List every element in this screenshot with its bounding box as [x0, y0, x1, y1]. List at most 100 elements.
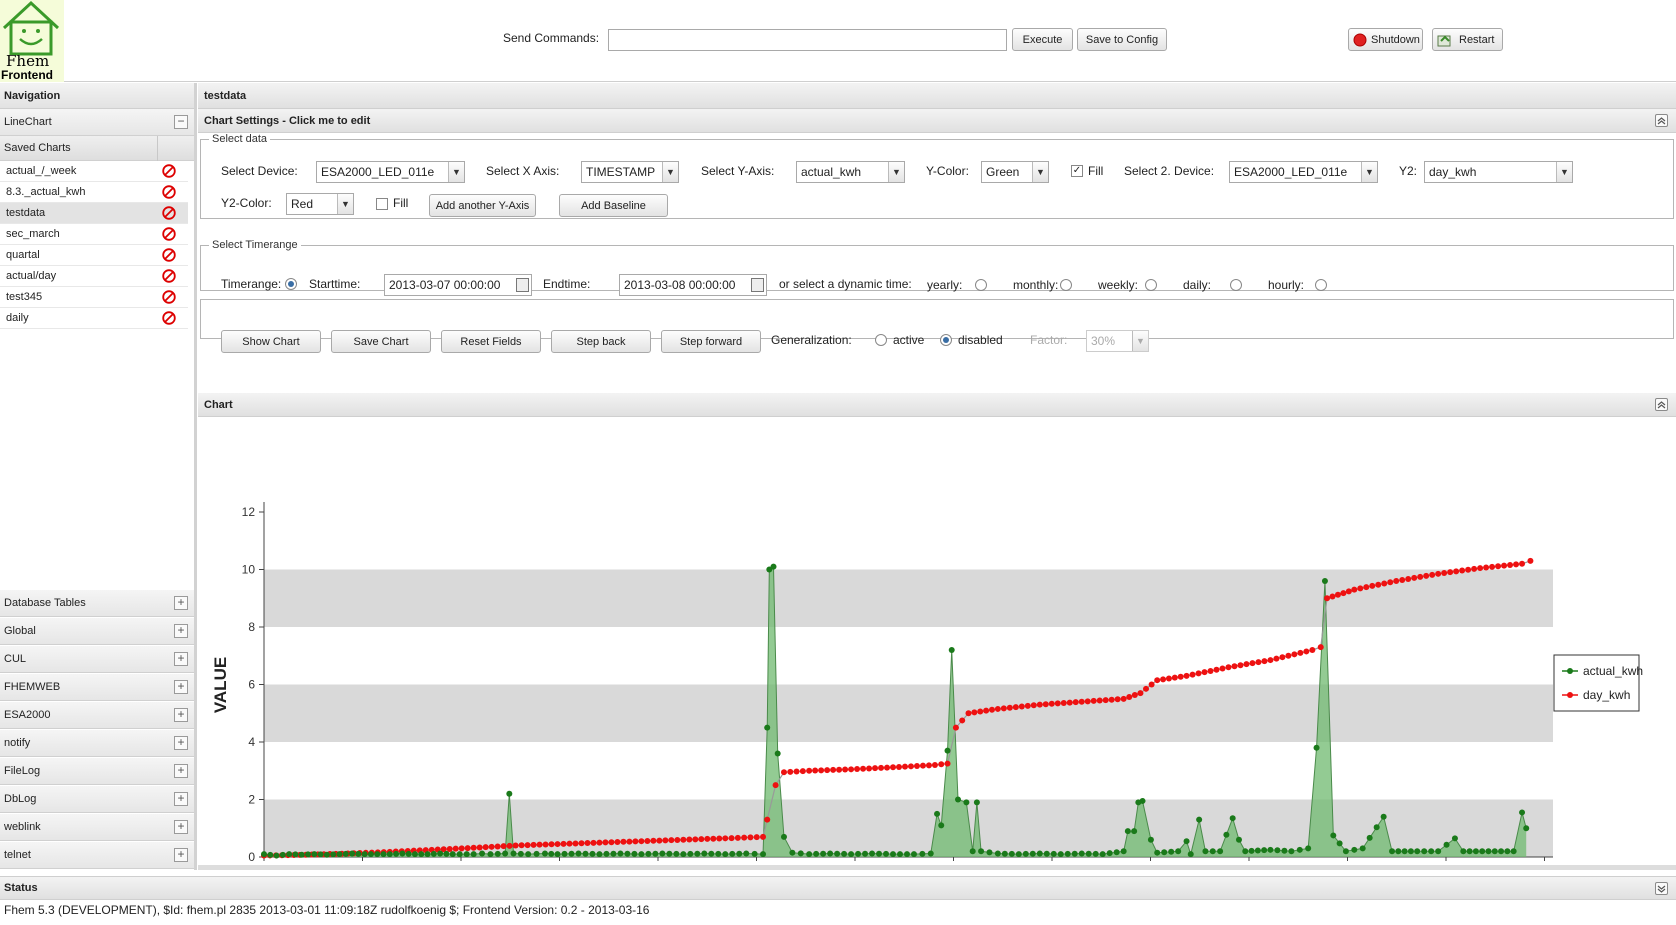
accordion-item[interactable]: ESA2000 +	[0, 702, 194, 729]
save-to-config-button[interactable]: Save to Config	[1077, 28, 1167, 51]
daily-label: daily:	[1183, 278, 1212, 292]
saved-chart-item[interactable]: quartal	[0, 245, 188, 266]
monthly-radio[interactable]	[1060, 279, 1072, 291]
hourly-radio[interactable]	[1315, 279, 1327, 291]
show-chart-button[interactable]: Show Chart	[221, 330, 321, 353]
saved-chart-item[interactable]: actual/day	[0, 266, 188, 287]
accordion-item[interactable]: Global +	[0, 618, 194, 645]
save-chart-button[interactable]: Save Chart	[331, 330, 431, 353]
y2color-select[interactable]: Red ▼	[286, 193, 354, 215]
collapse-minus-icon[interactable]: −	[174, 115, 188, 129]
delete-icon[interactable]	[162, 206, 176, 220]
expand-plus-icon[interactable]: +	[174, 680, 188, 694]
add-baseline-button[interactable]: Add Baseline	[559, 194, 668, 217]
execute-button[interactable]: Execute	[1012, 28, 1073, 51]
accordion-item[interactable]: weblink +	[0, 814, 194, 841]
weekly-radio[interactable]	[1145, 279, 1157, 291]
device2-select[interactable]: ESA2000_LED_011e ▼	[1229, 161, 1378, 183]
collapse-up-icon[interactable]	[1655, 114, 1668, 127]
expand-plus-icon[interactable]: +	[174, 848, 188, 862]
expand-plus-icon[interactable]: +	[174, 624, 188, 638]
saved-chart-label[interactable]: sec_march	[6, 228, 60, 240]
step-forward-button[interactable]: Step forward	[661, 330, 761, 353]
yaxis-select[interactable]: actual_kwh ▼	[796, 161, 905, 183]
saved-chart-label[interactable]: test345	[6, 291, 42, 303]
delete-icon[interactable]	[162, 311, 176, 325]
accordion-item[interactable]: FileLog +	[0, 758, 194, 785]
calendar-icon[interactable]	[516, 278, 529, 292]
day-kwh-point	[919, 762, 926, 769]
accordion-item[interactable]: telnet +	[0, 842, 194, 869]
saved-chart-item[interactable]: actual_/_week	[0, 161, 188, 182]
status-header[interactable]: Status	[0, 876, 1676, 900]
yearly-radio[interactable]	[975, 279, 987, 291]
collapse-down-icon[interactable]	[1655, 882, 1668, 895]
xaxis-select[interactable]: TIMESTAMP ▼	[581, 161, 679, 183]
saved-chart-label[interactable]: actual/day	[6, 270, 56, 282]
y2-select[interactable]: day_kwh ▼	[1424, 161, 1573, 183]
expand-plus-icon[interactable]: +	[174, 652, 188, 666]
reset-fields-button[interactable]: Reset Fields	[441, 330, 541, 353]
saved-chart-label[interactable]: quartal	[6, 249, 40, 261]
day-kwh-point	[734, 834, 741, 841]
chart-settings-title[interactable]: Chart Settings - Click me to edit	[204, 115, 370, 127]
day-kwh-point	[1369, 582, 1376, 589]
expand-plus-icon[interactable]: +	[174, 736, 188, 750]
generalization-active-radio[interactable]	[875, 334, 887, 346]
device-select[interactable]: ESA2000_LED_011e ▼	[316, 161, 465, 183]
endtime-input[interactable]: 2013-03-08 00:00:00	[619, 274, 767, 296]
expand-plus-icon[interactable]: +	[174, 708, 188, 722]
accordion-item[interactable]: FHEMWEB +	[0, 674, 194, 701]
step-back-button[interactable]: Step back	[551, 330, 651, 353]
generalization-disabled-radio[interactable]	[940, 334, 952, 346]
actual-kwh-point	[463, 851, 470, 858]
collapse-up-icon[interactable]	[1655, 398, 1668, 411]
ycolor-select[interactable]: Green ▼	[981, 161, 1049, 183]
actual-kwh-point	[1389, 848, 1396, 855]
add-yaxis-button[interactable]: Add another Y-Axis	[429, 194, 536, 217]
restart-button[interactable]: Restart	[1432, 28, 1503, 51]
shutdown-button[interactable]: Shutdown	[1348, 28, 1423, 51]
chart-title: Chart	[204, 398, 233, 411]
delete-icon[interactable]	[162, 248, 176, 262]
delete-icon[interactable]	[162, 227, 176, 241]
delete-icon[interactable]	[162, 185, 176, 199]
actual-kwh-point	[631, 850, 638, 857]
fill2-checkbox[interactable]	[376, 198, 388, 210]
accordion-item[interactable]: CUL +	[0, 646, 194, 673]
delete-icon[interactable]	[162, 290, 176, 304]
accordion-item[interactable]: Database Tables +	[0, 590, 194, 617]
delete-icon[interactable]	[162, 164, 176, 178]
timerange-radio[interactable]	[285, 278, 297, 290]
starttime-input[interactable]: 2013-03-07 00:00:00	[384, 274, 532, 296]
saved-chart-label[interactable]: 8.3._actual_kwh	[6, 186, 86, 198]
calendar-icon[interactable]	[751, 278, 764, 292]
actual-kwh-point	[903, 851, 910, 858]
linechart-header[interactable]: LineChart −	[0, 109, 194, 136]
actual-kwh-point	[596, 851, 603, 858]
saved-chart-item[interactable]: testdata	[0, 203, 188, 224]
expand-plus-icon[interactable]: +	[174, 792, 188, 806]
saved-chart-item[interactable]: test345	[0, 287, 188, 308]
delete-icon[interactable]	[162, 269, 176, 283]
saved-chart-item[interactable]: sec_march	[0, 224, 188, 245]
expand-plus-icon[interactable]: +	[174, 764, 188, 778]
command-input[interactable]	[608, 29, 1007, 51]
expand-plus-icon[interactable]: +	[174, 820, 188, 834]
accordion-item[interactable]: DbLog +	[0, 786, 194, 813]
factor-select[interactable]: 30% ▼	[1086, 330, 1149, 352]
chart-header[interactable]: Chart	[198, 393, 1676, 417]
fill-checkbox[interactable]: ✓	[1071, 165, 1083, 177]
saved-chart-item[interactable]: 8.3._actual_kwh	[0, 182, 188, 203]
saved-chart-item[interactable]: daily	[0, 308, 188, 329]
saved-chart-label[interactable]: daily	[6, 312, 29, 324]
expand-plus-icon[interactable]: +	[174, 596, 188, 610]
day-kwh-point	[1441, 569, 1448, 576]
fhem-logo[interactable]: Fhem Frontend	[0, 0, 64, 82]
accordion-item[interactable]: notify +	[0, 730, 194, 757]
daily-radio[interactable]	[1230, 279, 1242, 291]
saved-chart-label[interactable]: testdata	[6, 207, 45, 219]
chart-settings-header[interactable]: Chart Settings - Click me to edit	[198, 109, 1676, 133]
saved-chart-label[interactable]: actual_/_week	[6, 165, 76, 177]
resize-handle[interactable]	[198, 865, 1676, 870]
